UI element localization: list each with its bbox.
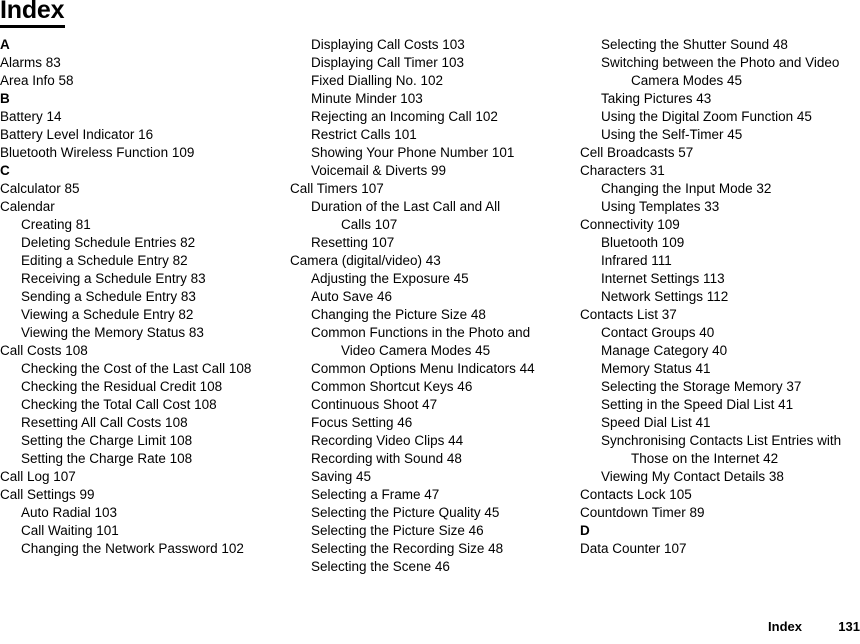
index-letter-heading: B: [0, 91, 10, 106]
index-entry: Characters 31: [580, 163, 665, 178]
index-subentry: Changing the Network Password 102: [21, 541, 244, 556]
index-subentry: Manage Category 40: [601, 343, 728, 358]
index-subentry: Sending a Schedule Entry 83: [21, 289, 196, 304]
index-subentry: Rejecting an Incoming Call 102: [311, 109, 498, 124]
index-entry: Bluetooth Wireless Function 109: [0, 145, 195, 160]
index-subentry: Restrict Calls 101: [311, 127, 417, 142]
footer-section-label: Index: [768, 619, 802, 634]
page-footer: Index 131: [0, 618, 860, 636]
index-entry: Connectivity 109: [580, 217, 680, 232]
index-entry: Call Costs 108: [0, 343, 88, 358]
index-entry: Data Counter 107: [580, 541, 687, 556]
index-letter-heading: C: [0, 163, 10, 178]
index-column-1: A Alarms 83 Area Info 58 B Battery 14 Battery…: [0, 36, 280, 558]
index-subentry: Selecting the Shutter Sound 48: [601, 37, 788, 52]
index-subentry: Selecting the Scene 46: [311, 559, 450, 574]
index-entry: Contacts List 37: [580, 307, 677, 322]
index-subentry: Taking Pictures 43: [601, 91, 712, 106]
index-subentry: Voicemail & Diverts 99: [311, 163, 447, 178]
index-subentry: Checking the Residual Credit 108: [21, 379, 223, 394]
index-subentry: Setting the Charge Limit 108: [21, 433, 193, 448]
index-entry: Area Info 58: [0, 73, 74, 88]
index-entry-continuation: Calls 107: [341, 217, 398, 232]
index-subentry: Deleting Schedule Entries 82: [21, 235, 196, 250]
index-subentry: Setting the Charge Rate 108: [21, 451, 193, 466]
index-entry-continuation: Video Camera Modes 45: [341, 343, 491, 358]
index-subentry: Checking the Cost of the Last Call 108: [21, 361, 252, 376]
index-entry: Calendar: [0, 199, 55, 214]
index-letter-heading: D: [580, 523, 590, 538]
index-subentry: Memory Status 41: [601, 361, 711, 376]
index-entry: Camera (digital/video) 43: [290, 253, 441, 268]
index-entry: Cell Broadcasts 57: [580, 145, 694, 160]
index-subentry: Fixed Dialling No. 102: [311, 73, 444, 88]
index-columns: A Alarms 83 Area Info 58 B Battery 14 Battery…: [0, 36, 860, 606]
index-subentry: Editing a Schedule Entry 82: [21, 253, 188, 268]
index-subentry: Using the Digital Zoom Function 45: [601, 109, 812, 124]
index-subentry: Focus Setting 46: [311, 415, 413, 430]
index-entry: Call Timers 107: [290, 181, 384, 196]
index-entry: Countdown Timer 89: [580, 505, 705, 520]
index-column-2: Displaying Call Costs 103 Displaying Call…: [290, 36, 570, 576]
index-letter-heading: A: [0, 37, 10, 52]
index-page: Index A Alarms 83 Area Info 58 B Battery 14 B…: [0, 0, 860, 644]
index-subentry: Network Settings 112: [601, 289, 729, 304]
index-subentry: Displaying Call Timer 103: [311, 55, 465, 70]
index-entry: Call Log 107: [0, 469, 76, 484]
index-subentry: Selecting a Frame 47: [311, 487, 440, 502]
index-subentry: Selecting the Recording Size 48: [311, 541, 504, 556]
index-subentry: Creating 81: [21, 217, 91, 232]
index-subentry: Resetting All Call Costs 108: [21, 415, 188, 430]
index-subentry: Using the Self-Timer 45: [601, 127, 743, 142]
index-subentry: Contact Groups 40: [601, 325, 715, 340]
index-subentry: Receiving a Schedule Entry 83: [21, 271, 206, 286]
index-subentry: Selecting the Storage Memory 37: [601, 379, 802, 394]
index-subentry: Viewing the Memory Status 83: [21, 325, 204, 340]
index-subentry: Common Options Menu Indicators 44: [311, 361, 535, 376]
index-entry-continuation: Camera Modes 45: [631, 73, 743, 88]
index-subentry: Common Shortcut Keys 46: [311, 379, 473, 394]
index-subentry: Setting in the Speed Dial List 41: [601, 397, 794, 412]
index-subentry: Internet Settings 113: [601, 271, 725, 286]
index-entry-continuation: Those on the Internet 42: [631, 451, 779, 466]
index-subentry: Displaying Call Costs 103: [311, 37, 465, 52]
index-subentry: Minute Minder 103: [311, 91, 423, 106]
page-title: Index: [0, 0, 66, 28]
index-entry: Calculator 85: [0, 181, 80, 196]
index-subentry: Call Waiting 101: [21, 523, 119, 538]
index-subentry: Bluetooth 109: [601, 235, 685, 250]
index-entry: Battery 14: [0, 109, 62, 124]
index-subentry: Changing the Picture Size 48: [311, 307, 486, 322]
index-column-3: Selecting the Shutter Sound 48 Switching …: [580, 36, 860, 558]
index-subentry: Checking the Total Call Cost 108: [21, 397, 217, 412]
index-subentry: Viewing a Schedule Entry 82: [21, 307, 194, 322]
index-subentry: Infrared 111: [601, 253, 672, 268]
index-subentry: Viewing My Contact Details 38: [601, 469, 784, 484]
index-entry: Battery Level Indicator 16: [0, 127, 154, 142]
index-subentry: Synchronising Contacts List Entries with: [601, 433, 842, 448]
index-subentry: Resetting 107: [311, 235, 395, 250]
index-subentry: Continuous Shoot 47: [311, 397, 438, 412]
index-entry: Alarms 83: [0, 55, 61, 70]
index-subentry: Auto Save 46: [311, 289, 393, 304]
footer-page-number: 131: [838, 619, 860, 634]
index-subentry: Duration of the Last Call and All: [311, 199, 501, 214]
index-subentry: Selecting the Picture Quality 45: [311, 505, 500, 520]
index-subentry: Changing the Input Mode 32: [601, 181, 772, 196]
index-subentry: Saving 45: [311, 469, 372, 484]
index-subentry: Auto Radial 103: [21, 505, 118, 520]
index-subentry: Switching between the Photo and Video: [601, 55, 840, 70]
index-subentry: Adjusting the Exposure 45: [311, 271, 469, 286]
index-subentry: Showing Your Phone Number 101: [311, 145, 515, 160]
index-subentry: Common Functions in the Photo and: [311, 325, 531, 340]
index-subentry: Using Templates 33: [601, 199, 720, 214]
index-subentry: Selecting the Picture Size 46: [311, 523, 484, 538]
index-subentry: Speed Dial List 41: [601, 415, 711, 430]
index-subentry: Recording with Sound 48: [311, 451, 462, 466]
index-entry: Contacts Lock 105: [580, 487, 692, 502]
index-entry: Call Settings 99: [0, 487, 95, 502]
index-subentry: Recording Video Clips 44: [311, 433, 464, 448]
